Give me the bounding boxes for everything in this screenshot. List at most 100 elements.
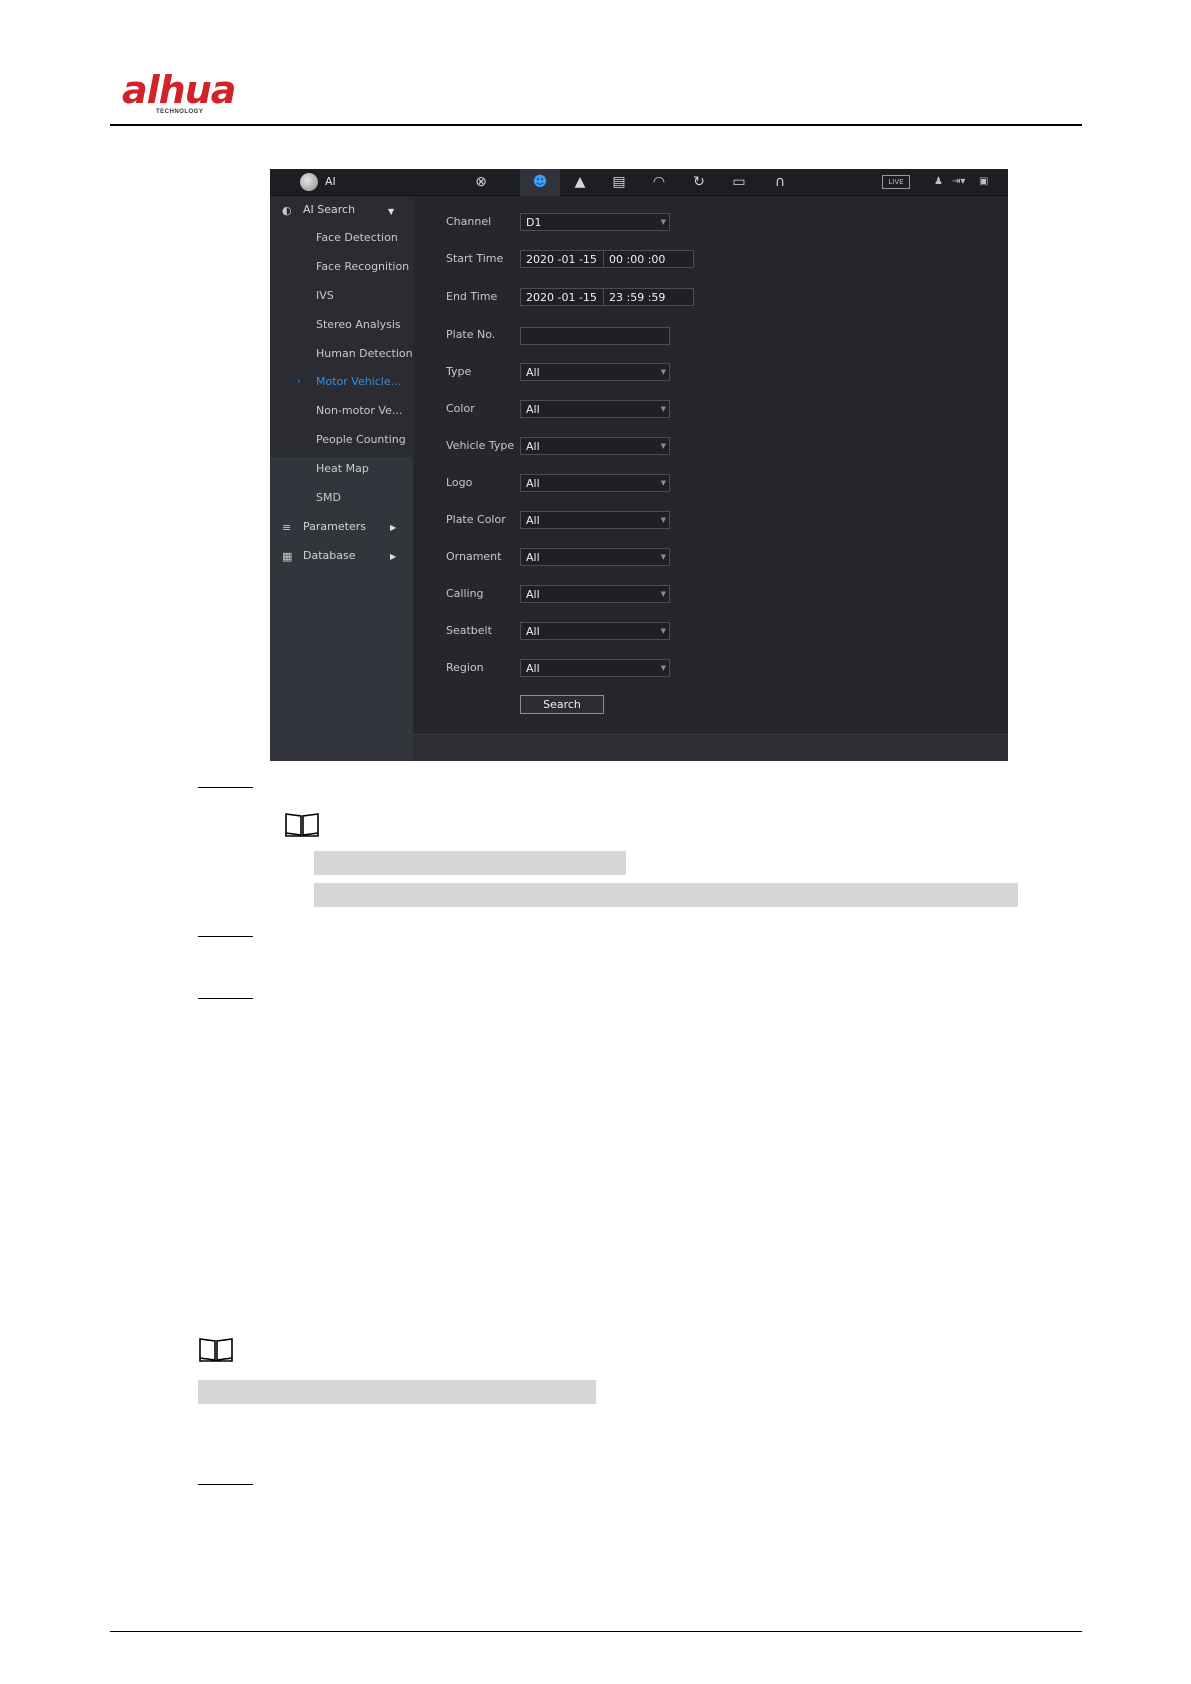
sidebar-item-face-recognition[interactable]: Face Recognition: [316, 260, 409, 273]
footer-rule: [110, 1631, 1082, 1632]
refresh-icon[interactable]: ↻: [688, 172, 710, 192]
logo-subtext: TECHNOLOGY: [156, 109, 204, 115]
plate-color-value: All: [526, 514, 540, 527]
type-label: Type: [446, 365, 472, 378]
dropdown-arrow-icon: ▼: [660, 368, 666, 376]
step-marker: [198, 787, 253, 788]
step-marker: [198, 1484, 253, 1485]
dropdown-arrow-icon: ▼: [660, 664, 666, 672]
start-date-value: 2020 -01 -15: [526, 253, 597, 266]
alarm-bell-icon[interactable]: ▲: [569, 172, 591, 192]
vehicle-type-value: All: [526, 440, 540, 453]
storage-icon[interactable]: ▤: [608, 172, 630, 192]
start-time-label: Start Time: [446, 252, 504, 265]
logo-value: All: [526, 477, 540, 490]
calling-select[interactable]: All ▼: [520, 585, 670, 603]
chevron-right-icon: ▶: [390, 552, 397, 561]
sidebar-ai-search[interactable]: AI Search: [303, 203, 355, 216]
ai-brain-icon: [300, 173, 318, 191]
region-label: Region: [446, 661, 484, 674]
region-value: All: [526, 662, 540, 675]
dropdown-arrow-icon: ▼: [660, 218, 666, 226]
color-label: Color: [446, 402, 475, 415]
monitor-icon[interactable]: ▭: [728, 172, 750, 192]
sidebar-item-human-detection[interactable]: Human Detection: [316, 347, 413, 360]
status-strip: [413, 734, 1008, 761]
sidebar-item-heat-map[interactable]: Heat Map: [316, 462, 369, 475]
dropdown-arrow-icon: ▼: [660, 627, 666, 635]
dropdown-arrow-icon: ▼: [660, 479, 666, 487]
sidebar-item-non-motor-vehicle[interactable]: Non-motor Ve...: [316, 404, 402, 417]
headset-icon[interactable]: ∩: [769, 172, 791, 192]
film-reel-icon[interactable]: ⊗: [470, 172, 492, 192]
color-select[interactable]: All ▼: [520, 400, 670, 418]
dropdown-arrow-icon: ▼: [660, 516, 666, 524]
ai-face-icon[interactable]: ☻: [529, 172, 551, 192]
chevron-down-icon: ▼: [388, 207, 395, 216]
type-select[interactable]: All ▼: [520, 363, 670, 381]
active-indicator-icon: ›: [297, 377, 301, 387]
calling-label: Calling: [446, 587, 484, 600]
seatbelt-value: All: [526, 625, 540, 638]
logo-select[interactable]: All ▼: [520, 474, 670, 492]
dropdown-arrow-icon: ▼: [660, 590, 666, 598]
start-time-input[interactable]: 2020 -01 -15 00 :00 :00: [520, 250, 694, 268]
calling-value: All: [526, 588, 540, 601]
user-icon[interactable]: ♟: [934, 176, 943, 187]
redacted-note-line: [198, 1380, 596, 1404]
sidebar-item-ivs[interactable]: IVS: [316, 289, 334, 302]
fullscreen-icon[interactable]: ▣: [979, 176, 988, 187]
channel-select[interactable]: D1 ▼: [520, 213, 670, 231]
vehicle-type-label: Vehicle Type: [446, 439, 515, 452]
end-date-value: 2020 -01 -15: [526, 291, 597, 304]
seatbelt-label: Seatbelt: [446, 624, 492, 637]
date-time-divider: [603, 251, 604, 267]
seatbelt-select[interactable]: All ▼: [520, 622, 670, 640]
sidebar-parameters[interactable]: Parameters: [303, 520, 366, 533]
vehicle-type-select[interactable]: All ▼: [520, 437, 670, 455]
chevron-right-icon: ▶: [390, 523, 397, 532]
start-time-value: 00 :00 :00: [609, 253, 666, 266]
ornament-select[interactable]: All ▼: [520, 548, 670, 566]
sidebar-item-smd[interactable]: SMD: [316, 491, 341, 504]
region-select[interactable]: All ▼: [520, 659, 670, 677]
type-value: All: [526, 366, 540, 379]
step-marker: [198, 998, 253, 999]
header-rule: [110, 124, 1082, 126]
ai-search-icon: ◐: [282, 204, 292, 217]
channel-label: Channel: [446, 215, 492, 228]
ornament-value: All: [526, 551, 540, 564]
ai-search-window: AI ⊗ ☻ ▲ ▤ ◠ ↻ ▭ ∩ LIVE ♟ ⇥▾ ▣ ◐ AI Sear…: [270, 169, 1008, 761]
sidebar-database[interactable]: Database: [303, 549, 356, 562]
database-icon: ▦: [282, 550, 293, 563]
end-time-value: 23 :59 :59: [609, 291, 666, 304]
sidebar-item-motor-vehicle[interactable]: Motor Vehicle...: [316, 375, 401, 388]
logout-icon[interactable]: ⇥▾: [952, 176, 965, 187]
sidebar-item-people-counting[interactable]: People Counting: [316, 433, 406, 446]
note-book-icon: [285, 813, 319, 837]
sidebar-item-face-detection[interactable]: Face Detection: [316, 231, 398, 244]
dahua-logo: alhua TECHNOLOGY: [122, 68, 262, 120]
plate-color-select[interactable]: All ▼: [520, 511, 670, 529]
list-icon: ≡: [282, 521, 292, 534]
logo-text: alhua: [122, 68, 236, 112]
ornament-label: Ornament: [446, 550, 502, 563]
plate-no-label: Plate No.: [446, 328, 496, 341]
date-time-divider: [603, 289, 604, 305]
speedometer-icon[interactable]: ◠: [648, 172, 670, 192]
redacted-note-line: [314, 851, 626, 875]
live-button[interactable]: LIVE: [882, 175, 910, 189]
search-button[interactable]: Search: [520, 695, 604, 714]
dropdown-arrow-icon: ▼: [660, 553, 666, 561]
color-value: All: [526, 403, 540, 416]
logo-label: Logo: [446, 476, 473, 489]
end-time-label: End Time: [446, 290, 498, 303]
note-book-icon: [199, 1338, 233, 1362]
end-time-input[interactable]: 2020 -01 -15 23 :59 :59: [520, 288, 694, 306]
sidebar-item-stereo-analysis[interactable]: Stereo Analysis: [316, 318, 401, 331]
channel-value: D1: [526, 216, 542, 229]
dropdown-arrow-icon: ▼: [660, 405, 666, 413]
plate-no-input[interactable]: [520, 327, 670, 345]
redacted-note-line: [314, 883, 1018, 907]
window-title: AI: [325, 175, 336, 188]
